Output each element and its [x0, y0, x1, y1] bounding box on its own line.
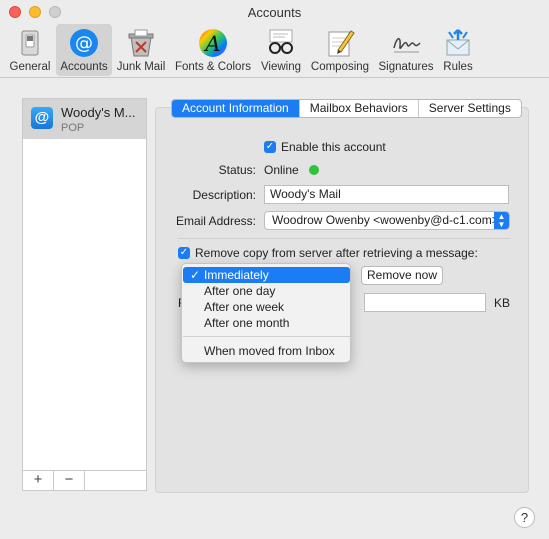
checkmark-icon: ✓: [190, 268, 201, 282]
account-type: POP: [61, 122, 85, 134]
remove-copy-timing-menu: ✓ Immediately After one day After one we…: [181, 263, 351, 363]
glasses-icon: [269, 29, 293, 54]
tab-server-settings[interactable]: Server Settings: [417, 100, 521, 117]
toolbar-viewing[interactable]: Viewing: [257, 24, 305, 76]
menu-item-when-moved-from-inbox[interactable]: When moved from Inbox: [183, 343, 350, 359]
general-switch-icon: [21, 30, 39, 56]
chevron-updown-icon: ▲ ▼: [494, 212, 509, 229]
toolbar-fonts-colors[interactable]: A Fonts & Colors: [171, 24, 255, 76]
menu-item-after-one-month[interactable]: After one month: [183, 315, 350, 331]
status-label: Status:: [218, 163, 256, 177]
description-label: Description:: [192, 188, 256, 202]
title-bar: Accounts: [0, 0, 549, 22]
toolbar-label-viewing: Viewing: [260, 61, 302, 73]
minimize-window-button[interactable]: [29, 6, 41, 18]
section-divider: [178, 238, 510, 239]
window-controls: [9, 6, 61, 18]
email-address-popup[interactable]: Woodrow Owenby <wowenby@d-c1.com> ▲ ▼: [264, 211, 510, 230]
enable-account-checkbox[interactable]: ✓: [264, 141, 276, 153]
preferences-toolbar: General @ Accounts Junk Mail A Fonts & C…: [0, 22, 549, 78]
toolbar-label-composing: Composing: [310, 61, 370, 73]
toolbar-junk-mail[interactable]: Junk Mail: [113, 24, 169, 76]
menu-item-immediately[interactable]: ✓ Immediately: [183, 267, 350, 283]
size-unit-label: KB: [494, 296, 511, 310]
message-size-field[interactable]: [364, 293, 486, 312]
junk-mail-icon: [128, 29, 154, 57]
menu-separator: [183, 336, 350, 337]
toolbar-composing[interactable]: Composing: [308, 24, 372, 76]
enable-account-label: Enable this account: [281, 140, 386, 154]
at-sign-icon: @: [70, 29, 98, 57]
description-field[interactable]: Woody's Mail: [264, 185, 509, 204]
tab-account-information[interactable]: Account Information: [172, 100, 299, 117]
preferences-content: @ Woody's M... POP + − Account Informati…: [0, 79, 549, 539]
toolbar-label-rules: Rules: [443, 61, 473, 73]
at-sign-icon: @: [31, 107, 53, 129]
pencil-icon: [328, 30, 355, 57]
toolbar-label-junk-mail: Junk Mail: [116, 61, 166, 73]
menu-item-after-one-week[interactable]: After one week: [183, 299, 350, 315]
remove-account-button[interactable]: −: [54, 471, 85, 490]
accounts-list-footer: + −: [22, 471, 147, 491]
status-value: Online: [264, 163, 299, 177]
window-title: Accounts: [247, 5, 302, 20]
toolbar-general[interactable]: General: [4, 24, 56, 76]
zoom-window-button[interactable]: [49, 6, 61, 18]
toolbar-label-fonts-colors: Fonts & Colors: [174, 61, 252, 73]
toolbar-label-signatures: Signatures: [378, 61, 434, 73]
remove-copy-label: Remove copy from server after retrieving…: [195, 246, 478, 260]
toolbar-rules[interactable]: Rules: [439, 24, 477, 76]
toolbar-label-general: General: [9, 61, 51, 73]
account-name: Woody's M...: [61, 105, 136, 120]
accounts-list: @ Woody's M... POP: [22, 98, 147, 471]
email-address-value: Woodrow Owenby <wowenby@d-c1.com>: [272, 213, 499, 227]
add-account-button[interactable]: +: [23, 471, 54, 490]
toolbar-label-accounts: Accounts: [60, 61, 108, 73]
accounts-preferences-window: Accounts General @ Accounts Junk Mail A …: [0, 0, 549, 539]
status-online-icon: [309, 165, 319, 175]
close-window-button[interactable]: [9, 6, 21, 18]
menu-item-after-one-day[interactable]: After one day: [183, 283, 350, 299]
menu-item-label: Immediately: [204, 268, 269, 282]
email-address-label: Email Address:: [175, 214, 256, 228]
rules-icon: [446, 29, 470, 56]
tab-mailbox-behaviors[interactable]: Mailbox Behaviors: [298, 100, 418, 117]
fonts-colors-icon: A: [199, 29, 227, 57]
svg-text:A: A: [203, 32, 220, 56]
account-tabs: Account Information Mailbox Behaviors Se…: [171, 99, 522, 118]
account-row-woody[interactable]: @ Woody's M... POP: [23, 99, 146, 139]
toolbar-signatures[interactable]: Signatures: [375, 24, 437, 76]
help-button[interactable]: ?: [514, 507, 535, 528]
svg-text:@: @: [75, 33, 93, 54]
remove-now-button[interactable]: Remove now: [361, 266, 443, 285]
signature-icon: [393, 38, 421, 53]
remove-copy-checkbox[interactable]: ✓: [178, 247, 190, 259]
toolbar-accounts[interactable]: @ Accounts: [56, 24, 112, 76]
